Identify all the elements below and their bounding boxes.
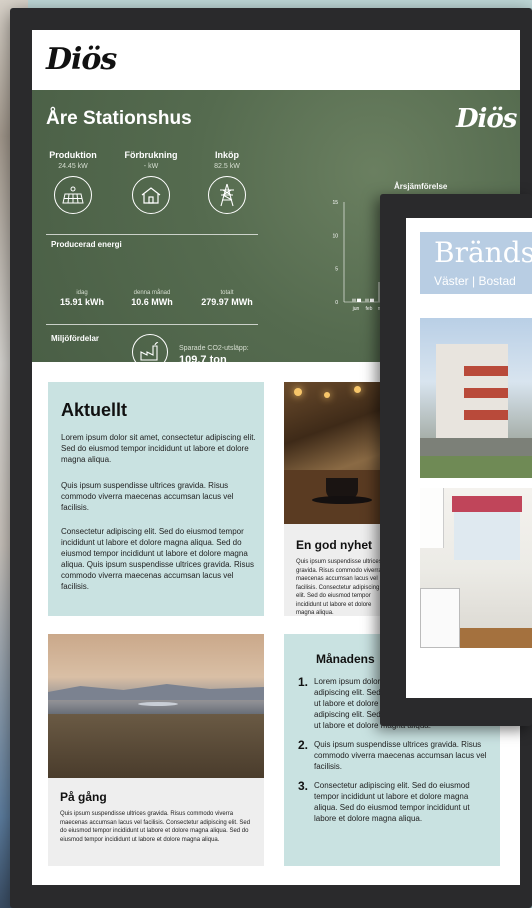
aktuellt-heading: Aktuellt bbox=[61, 400, 128, 420]
factory-icon bbox=[132, 334, 168, 370]
bar bbox=[365, 298, 369, 302]
listing-header: Bränds Väster | Bostad bbox=[420, 232, 532, 294]
energy-value: 279.97 MWh bbox=[201, 297, 253, 307]
listing-subtitle: Väster | Bostad bbox=[434, 274, 516, 288]
y-tick-label: 10 bbox=[332, 233, 338, 239]
aktuellt-card: Aktuellt Lorem ipsum dolor sit amet, con… bbox=[48, 382, 264, 616]
pagang-card: På gång Quis ipsum suspendisse ultrices … bbox=[48, 778, 264, 866]
bar bbox=[370, 298, 374, 302]
energy-period: totalt bbox=[220, 290, 234, 296]
logo-bar: Diös bbox=[32, 30, 520, 90]
aktuellt-paragraph-3: Consectetur adipiscing elit. Sed do eius… bbox=[61, 527, 254, 591]
listing-title: Bränds bbox=[434, 236, 532, 269]
list-text: Consectetur adipiscing elit. Sed do eius… bbox=[314, 781, 470, 823]
kpi-value: 82.5 kW bbox=[214, 163, 240, 170]
list-number: 3. bbox=[298, 779, 309, 793]
aktuellt-paragraph-2: Quis ipsum suspendisse ultrices gravida.… bbox=[61, 481, 234, 512]
divider bbox=[46, 324, 258, 325]
cafe-photo bbox=[284, 382, 384, 524]
env-label: Miljöfördelar bbox=[51, 334, 100, 343]
energy-period: denna månad bbox=[133, 290, 171, 296]
bar bbox=[357, 298, 361, 302]
dashboard-logo: Diös bbox=[456, 104, 517, 134]
kpi-forbrukning: Förbrukning - kW bbox=[116, 150, 186, 214]
landscape-photo bbox=[48, 634, 264, 778]
energy-total: totalt 279.97 MWh bbox=[192, 290, 262, 307]
nyhet-heading: En god nyhet bbox=[296, 538, 372, 552]
y-tick-label: 15 bbox=[332, 200, 338, 206]
energy-period: idag bbox=[76, 290, 88, 296]
co2-value: 109,7 ton bbox=[179, 354, 227, 366]
kitchen-photo bbox=[420, 488, 532, 648]
solar-panel-icon bbox=[54, 176, 92, 214]
nyhet-card: En god nyhet Quis ipsum suspendisse ultr… bbox=[284, 524, 384, 616]
list-number: 1. bbox=[298, 675, 309, 689]
kpi-produktion: Produktion 24.45 kW bbox=[38, 150, 108, 214]
bar bbox=[352, 298, 356, 302]
power-tower-icon bbox=[208, 176, 246, 214]
kpi-inkop: Inköp 82.5 kW bbox=[192, 150, 262, 214]
aktuellt-paragraph-1: Lorem ipsum dolor sit amet, consectetur … bbox=[61, 433, 256, 464]
y-tick-label: 5 bbox=[335, 267, 338, 273]
x-tick-label: feb bbox=[366, 306, 373, 312]
list-text: Quis ipsum suspendisse ultrices gravida.… bbox=[314, 740, 487, 771]
energy-label: Producerad energi bbox=[51, 240, 122, 249]
kpi-label: Produktion bbox=[49, 150, 97, 160]
x-tick-label: jun bbox=[352, 306, 360, 312]
pagang-text: Quis ipsum suspendisse ultrices gravida.… bbox=[60, 811, 251, 843]
list-item: 3. Consectetur adipiscing elit. Sed do e… bbox=[298, 779, 488, 824]
kpi-label: Inköp bbox=[215, 150, 239, 160]
energy-value: 15.91 kWh bbox=[59, 297, 105, 307]
house-icon bbox=[132, 176, 170, 214]
y-tick-label: 0 bbox=[335, 300, 338, 306]
manadens-heading: Månadens bbox=[316, 652, 375, 666]
dios-logo: Diös bbox=[46, 42, 117, 77]
kpi-label: Förbrukning bbox=[124, 150, 178, 160]
energy-month: denna månad 10.6 MWh bbox=[122, 290, 182, 307]
background-wall bbox=[28, 0, 532, 8]
dashboard-title: Åre Stationshus bbox=[46, 108, 192, 129]
energy-value: 10.6 MWh bbox=[131, 297, 173, 307]
energy-today: idag 15.91 kWh bbox=[52, 290, 112, 307]
list-number: 2. bbox=[298, 738, 309, 752]
kpi-value: 24.45 kW bbox=[58, 163, 88, 170]
kpi-value: - kW bbox=[143, 163, 159, 170]
apartment-building-photo bbox=[420, 318, 532, 478]
second-display-screen: Bränds Väster | Bostad bbox=[406, 218, 532, 698]
pagang-heading: På gång bbox=[60, 790, 107, 804]
co2-label: Sparade CO2-utsläpp: bbox=[179, 345, 249, 352]
list-item: 2. Quis ipsum suspendisse ultrices gravi… bbox=[298, 738, 488, 772]
divider bbox=[46, 234, 258, 235]
nyhet-text: Quis ipsum suspendisse ultrices gravida.… bbox=[296, 559, 382, 616]
